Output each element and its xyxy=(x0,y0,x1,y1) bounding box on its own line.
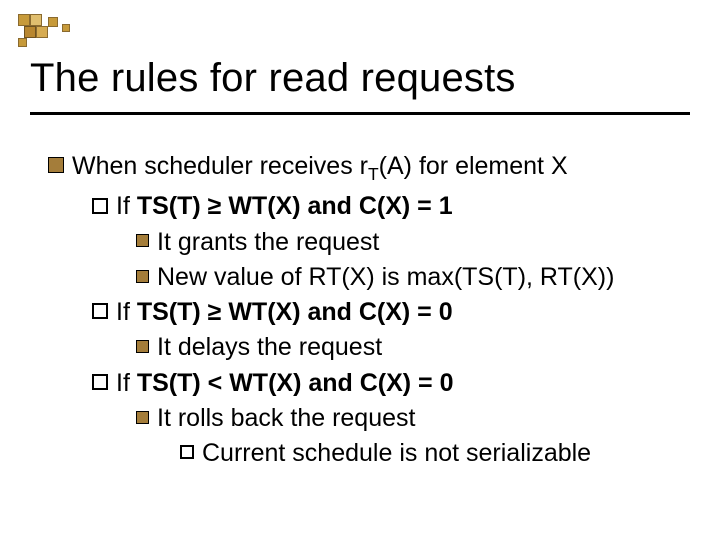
intro-text-pre: When scheduler receives r xyxy=(72,152,368,180)
square-bullet-icon xyxy=(48,157,64,173)
case1-action1: It grants the request xyxy=(136,226,690,259)
case1-action1-text: It grants the request xyxy=(157,228,379,256)
slide-body: When scheduler receives rT(A) for elemen… xyxy=(48,150,690,472)
intro-line: When scheduler receives rT(A) for elemen… xyxy=(48,150,690,186)
slide: The rules for read requests When schedul… xyxy=(0,0,720,540)
hollow-square-bullet-icon xyxy=(92,303,108,319)
case2-cond: TS(T) ≥ WT(X) and C(X) = 0 xyxy=(137,298,453,326)
case3-sub: Current schedule is not serializable xyxy=(180,437,690,470)
case3-sub-text: Current schedule is not serializable xyxy=(202,439,591,467)
case3-action1-text: It rolls back the request xyxy=(157,404,415,432)
decorative-squares xyxy=(18,14,88,46)
case1-cond: TS(T) ≥ WT(X) and C(X) = 1 xyxy=(137,192,453,220)
hollow-square-bullet-icon xyxy=(180,445,194,459)
case2-if: If xyxy=(116,298,137,326)
intro-text-post: (A) for element X xyxy=(379,152,568,180)
case1-action2: New value of RT(X) is max(TS(T), RT(X)) xyxy=(136,261,690,294)
case3-if: If xyxy=(116,369,137,397)
case1-action2-text: New value of RT(X) is max(TS(T), RT(X)) xyxy=(157,263,614,291)
case1-if: If xyxy=(116,192,137,220)
hollow-square-bullet-icon xyxy=(92,198,108,214)
square-bullet-icon xyxy=(136,270,149,283)
intro-text-sub: T xyxy=(368,164,379,184)
case3-cond: TS(T) < WT(X) and C(X) = 0 xyxy=(137,369,454,397)
hollow-square-bullet-icon xyxy=(92,374,108,390)
case3-condition: If TS(T) < WT(X) and C(X) = 0 xyxy=(92,367,690,400)
case2-action1: It delays the request xyxy=(136,331,690,364)
title-underline xyxy=(30,112,690,115)
square-bullet-icon xyxy=(136,234,149,247)
square-bullet-icon xyxy=(136,340,149,353)
case2-condition: If TS(T) ≥ WT(X) and C(X) = 0 xyxy=(92,296,690,329)
slide-title: The rules for read requests xyxy=(30,56,690,101)
square-bullet-icon xyxy=(136,411,149,424)
case3-action1: It rolls back the request xyxy=(136,402,690,435)
case2-action1-text: It delays the request xyxy=(157,333,382,361)
case1-condition: If TS(T) ≥ WT(X) and C(X) = 1 xyxy=(92,190,690,223)
